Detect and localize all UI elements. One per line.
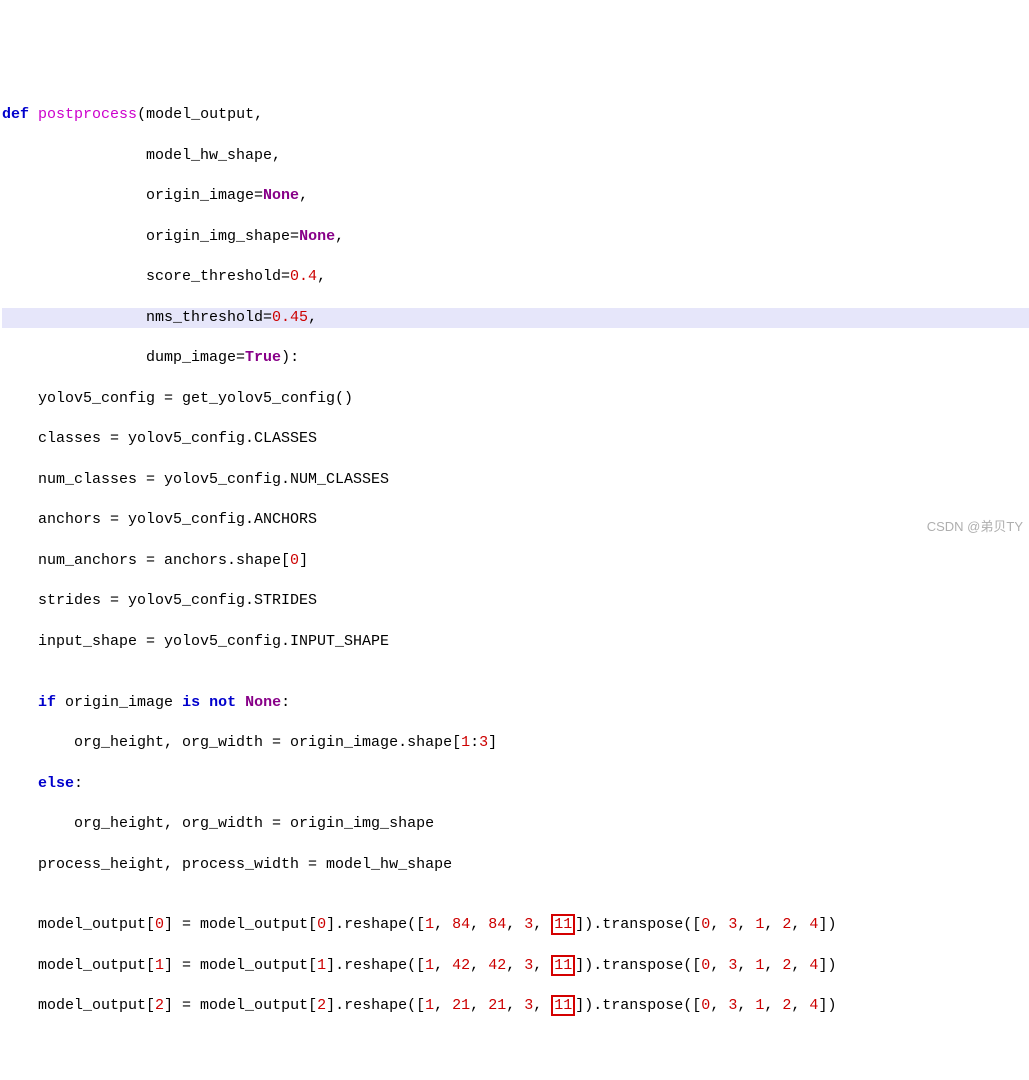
stmt-org-hw: org_height, org_width = origin_image.sha…: [2, 734, 461, 751]
keyword-def: def: [2, 106, 29, 123]
function-name: postprocess: [38, 106, 137, 123]
bool-literal: True: [245, 349, 281, 366]
keyword-if: if: [38, 694, 56, 711]
stmt-strides: strides = yolov5_config.STRIDES: [2, 591, 1029, 611]
number-literal: 1: [461, 734, 470, 751]
highlight-box: 11: [551, 955, 575, 976]
keyword-not: not: [209, 694, 236, 711]
param-origin-image: origin_image=: [2, 187, 263, 204]
highlight-box: 11: [551, 995, 575, 1016]
param-origin-img-shape: origin_img_shape=: [2, 228, 299, 245]
highlight-box: 11: [551, 914, 575, 935]
param-model-hw-shape: model_hw_shape,: [2, 146, 1029, 166]
stmt-org-hw-else: org_height, org_width = origin_img_shape: [2, 814, 1029, 834]
number-literal: 0: [290, 552, 299, 569]
params-open: (model_output,: [137, 106, 263, 123]
stmt-num-classes: num_classes = yolov5_config.NUM_CLASSES: [2, 470, 1029, 490]
stmt-process-hw: process_height, process_width = model_hw…: [2, 855, 1029, 875]
none-literal: None: [299, 228, 335, 245]
stmt-yolov5-config: yolov5_config = get_yolov5_config(): [2, 389, 1029, 409]
keyword-is: is: [182, 694, 200, 711]
none-literal: None: [245, 694, 281, 711]
stmt-num-anchors: num_anchors = anchors.shape[: [2, 552, 290, 569]
stmt-anchors: anchors = yolov5_config.ANCHORS: [2, 510, 1029, 530]
number-literal: 0.4: [290, 268, 317, 285]
number-literal: 0.45: [272, 309, 308, 326]
stmt-classes: classes = yolov5_config.CLASSES: [2, 429, 1029, 449]
param-score-threshold: score_threshold=: [2, 268, 290, 285]
param-dump-image: dump_image=: [2, 349, 245, 366]
keyword-else: else: [38, 775, 74, 792]
stmt-input-shape: input_shape = yolov5_config.INPUT_SHAPE: [2, 632, 1029, 652]
number-literal: 3: [479, 734, 488, 751]
param-nms-threshold: nms_threshold=: [2, 309, 272, 326]
none-literal: None: [263, 187, 299, 204]
code-block: def postprocess(model_output, model_hw_s…: [2, 85, 1029, 1037]
